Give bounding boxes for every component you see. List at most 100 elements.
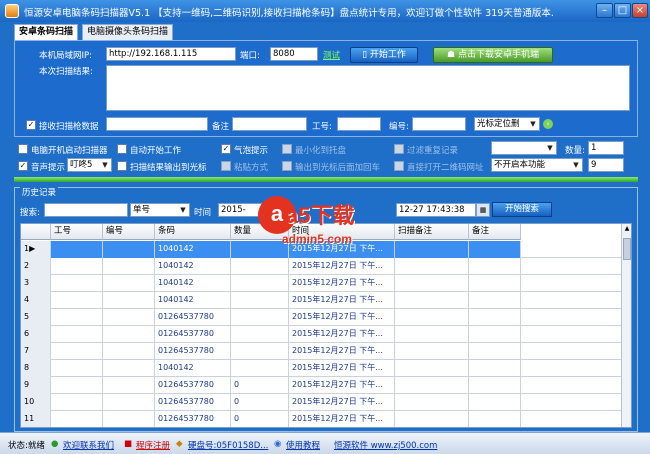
qr-select[interactable]: 不开启本功能 ▼	[491, 158, 583, 172]
autostart-checkbox[interactable]	[18, 144, 28, 154]
cell-number	[103, 360, 155, 377]
worker-input[interactable]	[337, 117, 381, 131]
cursor-position-select[interactable]: 光标定位删 ▼	[474, 117, 540, 131]
cell-qty	[231, 326, 289, 343]
filter-checkbox[interactable]	[394, 144, 404, 154]
table-row[interactable]: 5 01264537780 2015年12月27日 下午...	[21, 309, 621, 326]
cell-barcode: 01264537780	[155, 377, 231, 394]
table-row[interactable]: 9 01264537780 0 2015年12月27日 下午...	[21, 377, 621, 394]
number-label: 编号:	[389, 122, 409, 132]
autowork-checkbox[interactable]	[117, 144, 127, 154]
minimize-button[interactable]: –	[596, 3, 613, 18]
table-row[interactable]: 8 1040142 2015年12月27日 下午...	[21, 360, 621, 377]
window-title: 恒源安卓电脑条码扫描器V5.1 【支持一维码,二维码识别,接收扫描枪条码】盘点统…	[24, 8, 554, 19]
scanner-label: 接收扫描枪数据	[39, 122, 99, 132]
search-input[interactable]	[44, 203, 128, 217]
cell-rownum: 5	[21, 309, 51, 326]
port-field[interactable]: 8080	[270, 47, 318, 61]
cell-rownum: 6	[21, 326, 51, 343]
calendar-icon[interactable]: ▦	[476, 203, 490, 217]
a5-watermark: a a5下载 admin5.com	[258, 196, 398, 252]
cell-barcode: 01264537780	[155, 343, 231, 360]
cell-remark	[469, 394, 521, 411]
register-link[interactable]: 程序注册	[136, 439, 170, 451]
start-work-button[interactable]: ▯ 开始工作	[350, 47, 418, 63]
cell-scan-remark	[395, 343, 469, 360]
scanner-input[interactable]	[106, 117, 208, 131]
test-link[interactable]: 测试	[323, 49, 340, 61]
table-row[interactable]: 4 1040142 2015年12月27日 下午...	[21, 292, 621, 309]
date-to-input[interactable]: 12-27 17:43:38	[396, 203, 476, 217]
tab-camera-scan[interactable]: 电脑摄像头条码扫描	[82, 24, 174, 40]
number-input[interactable]	[412, 117, 466, 131]
refresh-icon[interactable]: ›	[543, 119, 553, 129]
scroll-up-icon[interactable]: ▲	[623, 225, 631, 235]
close-button[interactable]: ×	[632, 3, 648, 18]
cell-time: 2015年12月27日 下午...	[289, 394, 395, 411]
chevron-down-icon: ▼	[180, 206, 186, 214]
field-select[interactable]: 单号 ▼	[130, 203, 190, 217]
cell-worker	[51, 360, 103, 377]
tab-android-scan[interactable]: 安卓条码扫描	[14, 24, 79, 41]
cell-scan-remark	[395, 411, 469, 427]
cell-rownum: 9	[21, 377, 51, 394]
column-header-scan-remark[interactable]: 扫描备注	[395, 224, 469, 240]
cell-scan-remark	[395, 309, 469, 326]
help-link[interactable]: 使用教程	[286, 439, 320, 451]
cell-remark	[469, 360, 521, 377]
scanner-checkbox[interactable]: ✓	[26, 120, 36, 130]
download-android-button[interactable]: ☗ 点击下载安卓手机端	[433, 47, 553, 63]
title-bar: 恒源安卓电脑条码扫描器V5.1 【支持一维码,二维码识别,接收扫描枪条码】盘点统…	[0, 0, 650, 22]
cell-qty	[231, 343, 289, 360]
table-row[interactable]: 3 1040142 2015年12月27日 下午...	[21, 275, 621, 292]
cell-qty	[231, 258, 289, 275]
sound-select[interactable]: 叮咚5 ▼	[67, 158, 112, 172]
sound-checkbox[interactable]: ✓	[18, 161, 28, 171]
filter-select[interactable]: ▼	[491, 141, 557, 155]
output-checkbox[interactable]	[117, 161, 127, 171]
cell-remark	[469, 326, 521, 343]
cell-time: 2015年12月27日 下午...	[289, 326, 395, 343]
tray-checkbox[interactable]	[282, 144, 292, 154]
cell-remark	[469, 275, 521, 292]
paste-checkbox[interactable]	[221, 161, 231, 171]
cell-worker	[51, 241, 103, 258]
cell-remark	[469, 411, 521, 427]
start-work-label: 开始工作	[369, 50, 406, 60]
openqr-checkbox[interactable]	[394, 161, 404, 171]
cell-barcode: 01264537780	[155, 394, 231, 411]
column-header-barcode[interactable]: 条码	[155, 224, 231, 240]
cell-rownum: 3	[21, 275, 51, 292]
disk-link[interactable]: 硬盘号:05F0158D...	[188, 439, 268, 451]
vertical-scrollbar[interactable]: ▲	[621, 224, 631, 427]
table-row[interactable]: 6 01264537780 2015年12月27日 下午...	[21, 326, 621, 343]
column-header-number[interactable]: 编号	[103, 224, 155, 240]
cell-time: 2015年12月27日 下午...	[289, 411, 395, 427]
cell-qty: 0	[231, 411, 289, 427]
cell-number	[103, 258, 155, 275]
table-row[interactable]: 2 1040142 2015年12月27日 下午...	[21, 258, 621, 275]
enter-checkbox[interactable]	[282, 161, 292, 171]
qty-input[interactable]: 1	[588, 141, 624, 155]
site-link[interactable]: 恒源软件 www.zj500.com	[334, 439, 437, 451]
scroll-thumb[interactable]	[623, 238, 631, 260]
progress-divider	[14, 177, 638, 182]
column-header-rownum[interactable]	[21, 224, 51, 240]
cell-worker	[51, 326, 103, 343]
table-row[interactable]: 7 01264537780 2015年12月27日 下午...	[21, 343, 621, 360]
contact-link[interactable]: 欢迎联系我们	[63, 439, 114, 451]
date-from-input[interactable]: 2015-	[218, 203, 262, 217]
phone-icon: ▯	[362, 50, 370, 60]
search-button[interactable]: 开始搜索	[492, 202, 552, 217]
column-header-remark[interactable]: 备注	[469, 224, 521, 240]
bubble-checkbox[interactable]: ✓	[221, 144, 231, 154]
ip-field[interactable]: http://192.168.1.115	[106, 47, 236, 61]
qr-value-input[interactable]: 9	[588, 158, 624, 172]
table-row[interactable]: 11 01264537780 0 2015年12月27日 下午...	[21, 411, 621, 427]
table-row[interactable]: 10 01264537780 0 2015年12月27日 下午...	[21, 394, 621, 411]
remark-input[interactable]	[232, 117, 307, 131]
column-header-worker[interactable]: 工号	[51, 224, 103, 240]
scan-result-textarea[interactable]	[106, 65, 630, 111]
maximize-button[interactable]: □	[614, 3, 631, 18]
cell-number	[103, 275, 155, 292]
